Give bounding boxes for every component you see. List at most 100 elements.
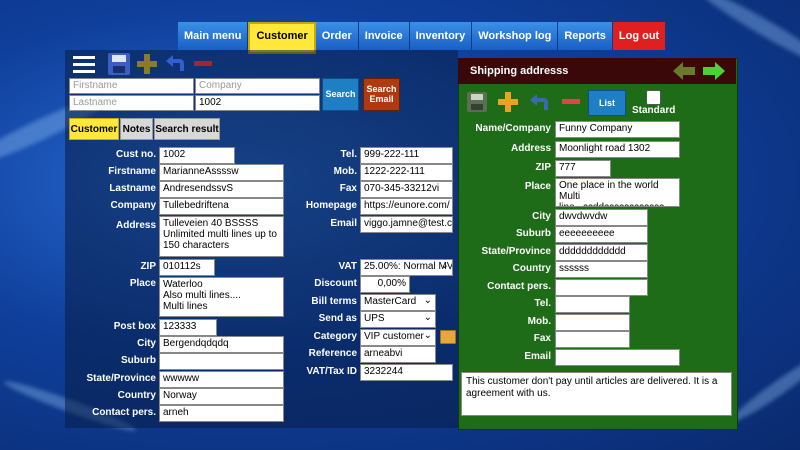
ship-zip-field[interactable]: 777 [555, 160, 611, 177]
suburb-label: Suburb [121, 355, 156, 366]
search-company-input[interactable]: Company [195, 78, 320, 94]
undo-icon[interactable] [164, 53, 186, 73]
search-firstname-input[interactable]: Firstname [69, 78, 194, 94]
contact-field[interactable]: arneh [159, 405, 284, 422]
search-lastname-input[interactable]: Lastname [69, 95, 194, 111]
fax-field[interactable]: 070-345-33212vi [360, 181, 453, 198]
hamburger-menu-icon[interactable] [73, 55, 95, 73]
vatid-label: VAT/Tax ID [306, 366, 357, 377]
zip-field[interactable]: 010112s [159, 259, 215, 276]
state-field[interactable]: wwwww [159, 371, 284, 388]
delete-icon[interactable] [194, 61, 212, 66]
vat-select[interactable]: 25.00%: Normal MVA [360, 259, 453, 276]
country-field[interactable]: Norway [159, 388, 284, 405]
tab-search-result[interactable]: Search result [154, 118, 220, 140]
standard-label: Standard [632, 105, 676, 116]
city-label: City [137, 338, 156, 349]
custno-field[interactable]: 1002 [159, 147, 235, 164]
nav-reports[interactable]: Reports [558, 22, 613, 50]
shipping-undo-icon[interactable] [528, 92, 550, 112]
firstname-field[interactable]: MarianneAssssw [159, 164, 284, 181]
address-field[interactable]: Tulleveien 40 BSSSS Unlimited multi line… [159, 216, 284, 257]
folder-icon[interactable] [440, 330, 456, 344]
vatid-field[interactable]: 3232244 [360, 364, 453, 381]
city-field[interactable]: Bergendqdqdq [159, 336, 284, 353]
ship-mob-field[interactable] [555, 314, 630, 331]
nav-order[interactable]: Order [315, 22, 359, 50]
standard-checkbox[interactable] [646, 90, 661, 105]
mob-field[interactable]: 1222-222-111 [360, 164, 453, 181]
tel-label: Tel. [340, 149, 357, 160]
search-button[interactable]: Search [322, 78, 359, 111]
email-label: Email [330, 218, 357, 229]
search-email-button[interactable]: Search Email [363, 78, 400, 111]
category-label: Category [313, 331, 357, 342]
tel-field[interactable]: 999-222-111 [360, 147, 453, 164]
postbox-label: Post box [113, 321, 156, 332]
shipping-delete-icon[interactable] [562, 99, 580, 104]
ship-place-label: Place [524, 181, 551, 192]
nav-inventory[interactable]: Inventory [409, 22, 473, 50]
discount-field[interactable]: 0,00% [360, 276, 410, 293]
shipping-list-button[interactable]: List [588, 90, 626, 116]
place-field[interactable]: Waterloo Also multi lines.... Multi line… [159, 277, 284, 317]
mob-label: Mob. [333, 166, 357, 177]
contact-label: Contact pers. [92, 407, 156, 418]
ship-state-field[interactable]: dddddddddddd [555, 244, 648, 261]
ship-country-label: Country [512, 263, 551, 274]
ship-contact-field[interactable] [555, 279, 648, 296]
billterms-select[interactable]: MasterCard [360, 294, 436, 311]
ship-address-label: Address [510, 143, 551, 154]
billterms-label: Bill terms [311, 296, 357, 307]
ship-zip-label: ZIP [535, 162, 551, 173]
nav-invoice[interactable]: Invoice [358, 22, 410, 50]
tab-customer[interactable]: Customer [69, 118, 119, 140]
arrow-right-icon[interactable] [703, 62, 725, 80]
lastname-label: Lastname [109, 183, 156, 194]
address-label: Address [115, 220, 156, 231]
reference-label: Reference [308, 348, 357, 359]
email-field[interactable]: viggo.jamne@test.com [360, 216, 453, 233]
ship-city-field[interactable]: dwvdwvdw [555, 209, 648, 226]
ship-place-field[interactable]: One place in the world Multi line...ccdd… [555, 178, 680, 207]
nav-workshop-log[interactable]: Workshop log [472, 22, 559, 50]
ship-suburb-field[interactable]: eeeeeeeeee [555, 226, 648, 243]
shipping-add-icon[interactable] [498, 92, 518, 112]
vat-label: VAT [338, 261, 357, 272]
shipping-save-icon[interactable] [467, 92, 487, 112]
discount-label: Discount [314, 278, 357, 289]
nav-log-out[interactable]: Log out [612, 22, 667, 50]
reference-field[interactable]: arneabvi [360, 346, 436, 363]
ship-email-label: Email [524, 351, 551, 362]
tab-notes[interactable]: Notes [120, 118, 153, 140]
arrow-left-icon[interactable] [673, 62, 695, 80]
homepage-field[interactable]: https://eunore.com/ [360, 198, 453, 215]
company-label: Company [110, 200, 156, 211]
country-label: Country [117, 390, 156, 401]
ship-tel-field[interactable] [555, 296, 630, 313]
lastname-field[interactable]: AndresendssvS [159, 181, 284, 198]
add-icon[interactable] [137, 54, 157, 74]
sendas-select[interactable]: UPS [360, 311, 436, 328]
custno-label: Cust no. [116, 149, 156, 160]
sendas-label: Send as [318, 313, 357, 324]
ship-contact-label: Contact pers. [487, 281, 551, 292]
ship-email-field[interactable] [555, 349, 680, 366]
state-label: State/Province [86, 373, 156, 384]
category-select[interactable]: VIP customer [360, 329, 436, 346]
ship-state-label: State/Province [481, 246, 551, 257]
save-icon[interactable] [108, 53, 130, 75]
suburb-field[interactable] [159, 353, 284, 370]
ship-fax-field[interactable] [555, 331, 630, 348]
ship-city-label: City [532, 211, 551, 222]
ship-country-field[interactable]: ssssss [555, 261, 648, 278]
ship-address-field[interactable]: Moonlight road 1302 [555, 141, 680, 158]
ship-name-field[interactable]: Funny Company [555, 121, 680, 138]
firstname-label: Firstname [108, 166, 156, 177]
postbox-field[interactable]: 123333 [159, 319, 217, 336]
company-field[interactable]: Tullebedriftena [159, 198, 284, 215]
search-custno-input[interactable]: 1002 [195, 95, 320, 111]
nav-main-menu[interactable]: Main menu [178, 22, 249, 50]
homepage-label: Homepage [305, 200, 357, 211]
customer-note-textarea[interactable]: This customer don't pay until articles a… [461, 372, 732, 416]
